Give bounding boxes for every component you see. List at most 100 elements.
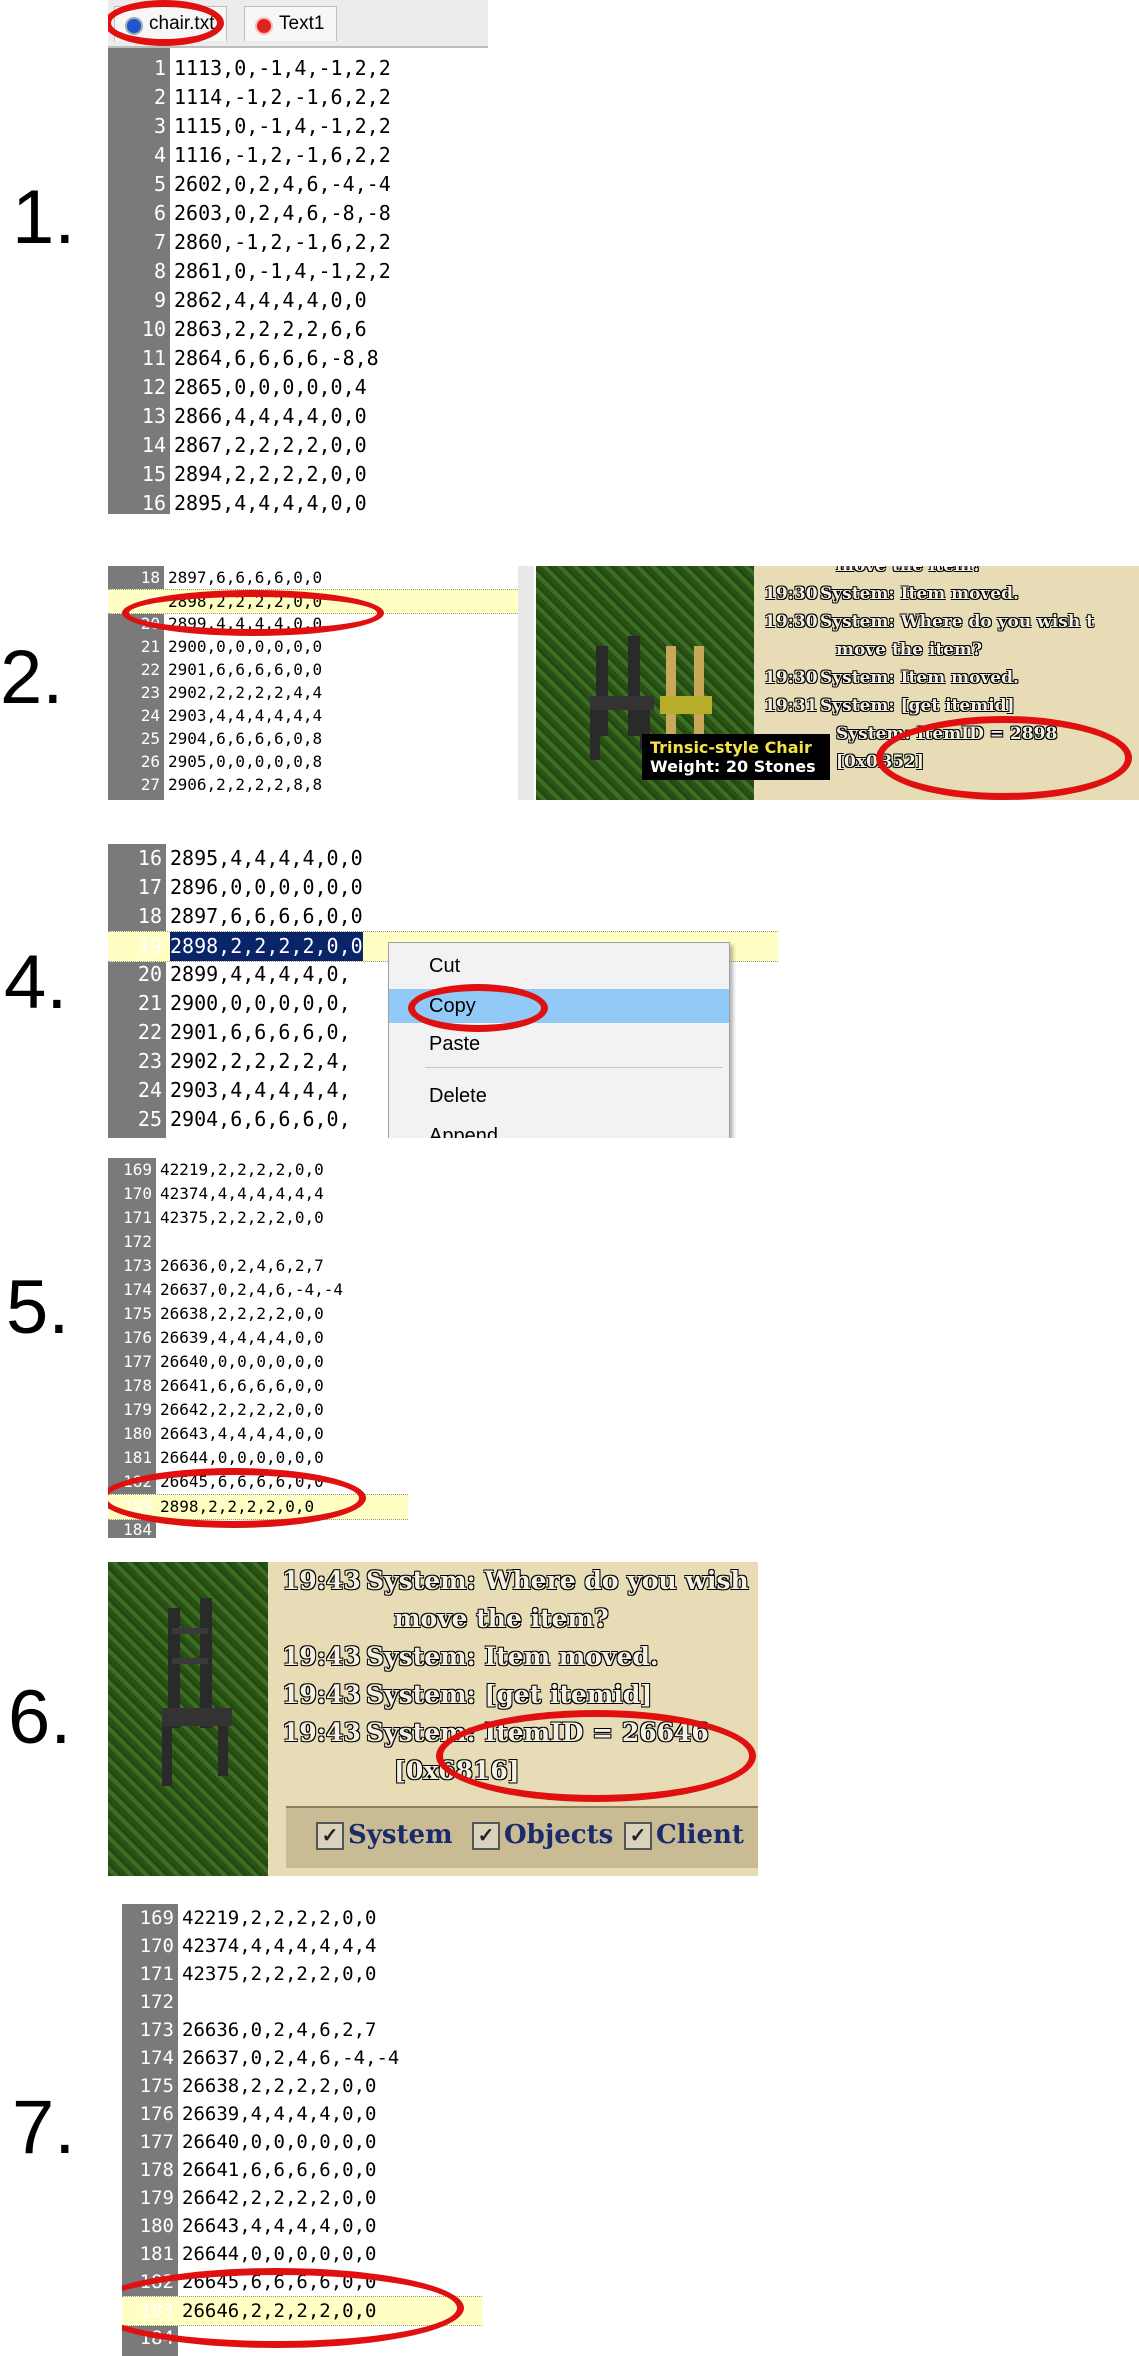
line-text: 26636,0,2,4,6,2,7 [160, 1256, 324, 1275]
code-line[interactable]: 22 2901,6,6,6,6,0,0 [108, 658, 534, 681]
menu-item-append[interactable]: Append [389, 1119, 729, 1138]
journal-time: 19:30 [764, 584, 818, 604]
code-line[interactable]: 6 2603,0,2,4,6,-8,-8 [108, 199, 488, 228]
code-line[interactable]: 1 1113,0,-1,4,-1,2,2 [108, 54, 488, 83]
filter-objects[interactable]: ✓ Objects [472, 1820, 613, 1850]
code-line[interactable]: 20 2899,4,4,4,4,0,0 [108, 612, 534, 635]
code-line[interactable]: 9 2862,4,4,4,4,0,0 [108, 286, 488, 315]
code-line[interactable]: 171 42375,2,2,2,2,0,0 [122, 1960, 482, 1988]
code-editor[interactable]: 169 42219,2,2,2,2,0,0 170 42374,4,4,4,4,4,4… [108, 1158, 408, 1538]
code-editor[interactable]: 169 42219,2,2,2,2,0,0 170 42374,4,4,4,4,4,4… [122, 1904, 482, 2356]
code-line[interactable]: 17 2896,0,0,0,0,0,0 [108, 873, 778, 902]
code-line[interactable]: 172 [122, 1988, 482, 2016]
code-line[interactable]: 4 1116,-1,2,-1,6,2,2 [108, 141, 488, 170]
code-line[interactable]: 179 26642,2,2,2,2,0,0 [108, 1398, 408, 1422]
code-line[interactable]: 169 42219,2,2,2,2,0,0 [122, 1904, 482, 1932]
line-text: 42219,2,2,2,2,0,0 [182, 1907, 377, 1929]
code-line[interactable]: 12 2865,0,0,0,0,0,4 [108, 373, 488, 402]
step-number-2: 2. [0, 635, 64, 720]
line-number: 182 [123, 1472, 152, 1491]
line-text: 2903,4,4,4,4,4, [170, 1078, 351, 1102]
file-icon [125, 17, 143, 35]
tab-text1[interactable]: Text1 [244, 6, 338, 41]
line-text: 2900,0,0,0,0,0, [170, 991, 351, 1015]
line-number: 173 [139, 2019, 174, 2041]
code-line[interactable]: 173 26636,0,2,4,6,2,7 [108, 1254, 408, 1278]
filter-system[interactable]: ✓ System [316, 1820, 453, 1850]
scrollbar[interactable] [518, 566, 534, 800]
line-number: 13 [141, 404, 166, 428]
line-text: 26642,2,2,2,2,0,0 [160, 1400, 324, 1419]
menu-item-delete[interactable]: Delete [389, 1079, 729, 1113]
code-line[interactable]: 3 1115,0,-1,4,-1,2,2 [108, 112, 488, 141]
code-line[interactable]: 25 2904,6,6,6,6,0,8 [108, 727, 534, 750]
code-editor[interactable]: 18 2897,6,6,6,6,0,0 19 2898,2,2,2,2,0,0 20 28… [108, 566, 534, 800]
code-line[interactable]: 7 2860,-1,2,-1,6,2,2 [108, 228, 488, 257]
journal-messages: move the item? 19:30 System: Item moved. 19… [760, 566, 1139, 800]
code-line[interactable]: 182 26645,6,6,6,6,0,0 [108, 1470, 408, 1494]
code-line[interactable]: 174 26637,0,2,4,6,-4,-4 [122, 2044, 482, 2072]
line-number: 174 [123, 1280, 152, 1299]
code-line[interactable]: 175 26638,2,2,2,2,0,0 [122, 2072, 482, 2100]
code-line[interactable]: 23 2902,2,2,2,2,4,4 [108, 681, 534, 704]
code-line[interactable]: 10 2863,2,2,2,2,6,6 [108, 315, 488, 344]
code-line[interactable]: 170 42374,4,4,4,4,4,4 [122, 1932, 482, 1960]
code-line[interactable]: 13 2866,4,4,4,4,0,0 [108, 402, 488, 431]
code-line[interactable]: 181 26644,0,0,0,0,0,0 [122, 2240, 482, 2268]
code-line[interactable]: 16 2895,4,4,4,4,0,0 [108, 489, 488, 514]
code-line[interactable]: 180 26643,4,4,4,4,0,0 [108, 1422, 408, 1446]
code-line[interactable]: 173 26636,0,2,4,6,2,7 [122, 2016, 482, 2044]
code-line[interactable]: 169 42219,2,2,2,2,0,0 [108, 1158, 408, 1182]
code-line[interactable]: 16 2895,4,4,4,4,0,0 [108, 844, 778, 873]
code-line[interactable]: 15 2894,2,2,2,2,0,0 [108, 460, 488, 489]
code-line[interactable]: 172 [108, 1230, 408, 1254]
code-line[interactable]: 176 26639,4,4,4,4,0,0 [108, 1326, 408, 1350]
line-number: 182 [139, 2271, 174, 2293]
step-number-5: 5. [6, 1265, 70, 1350]
code-line[interactable]: 11 2864,6,6,6,6,-8,8 [108, 344, 488, 373]
code-line[interactable]: 2 1114,-1,2,-1,6,2,2 [108, 83, 488, 112]
code-line[interactable]: 183 26646,2,2,2,2,0,0 [122, 2296, 482, 2326]
line-text: 2602,0,2,4,6,-4,-4 [174, 172, 391, 196]
code-line[interactable]: 176 26639,4,4,4,4,0,0 [122, 2100, 482, 2128]
tab-chair-txt[interactable]: chair.txt [114, 6, 228, 41]
code-line[interactable]: 26 2905,0,0,0,0,0,8 [108, 750, 534, 773]
code-line[interactable]: 174 26637,0,2,4,6,-4,-4 [108, 1278, 408, 1302]
code-line[interactable]: 171 42375,2,2,2,2,0,0 [108, 1206, 408, 1230]
code-line[interactable]: 27 2906,2,2,2,2,8,8 [108, 773, 534, 796]
code-line[interactable]: 5 2602,0,2,4,6,-4,-4 [108, 170, 488, 199]
code-line[interactable]: 184 [108, 1518, 408, 1538]
line-text: 26637,0,2,4,6,-4,-4 [160, 1280, 344, 1299]
code-line[interactable]: 177 26640,0,0,0,0,0,0 [108, 1350, 408, 1374]
code-line[interactable]: 18 2897,6,6,6,6,0,0 [108, 902, 778, 931]
code-line[interactable]: 8 2861,0,-1,4,-1,2,2 [108, 257, 488, 286]
code-line[interactable]: 180 26643,4,4,4,4,0,0 [122, 2212, 482, 2240]
code-editor[interactable]: 1 1113,0,-1,4,-1,2,2 2 1114,-1,2,-1,6,2,2 3 1… [108, 48, 488, 514]
code-line[interactable]: 24 2903,4,4,4,4,4,4 [108, 704, 534, 727]
code-line[interactable]: 181 26644,0,0,0,0,0,0 [108, 1446, 408, 1470]
code-line[interactable]: 184 [122, 2324, 482, 2352]
code-line[interactable]: 179 26642,2,2,2,2,0,0 [122, 2184, 482, 2212]
code-line[interactable]: 182 26645,6,6,6,6,0,0 [122, 2268, 482, 2296]
line-text: 26638,2,2,2,2,0,0 [182, 2075, 377, 2097]
code-line[interactable]: 14 2867,2,2,2,2,0,0 [108, 431, 488, 460]
line-text: 2862,4,4,4,4,0,0 [174, 288, 367, 312]
journal-text: move the item? [836, 640, 982, 660]
line-number: 177 [139, 2131, 174, 2153]
code-line[interactable]: 18 2897,6,6,6,6,0,0 [108, 566, 534, 589]
filter-label: Objects [504, 1820, 614, 1850]
code-line[interactable]: 170 42374,4,4,4,4,4,4 [108, 1182, 408, 1206]
code-line[interactable]: 177 26640,0,0,0,0,0,0 [122, 2128, 482, 2156]
menu-item-cut[interactable]: Cut [389, 949, 729, 983]
filter-client[interactable]: ✓ Client [624, 1820, 744, 1850]
menu-item-paste[interactable]: Paste [389, 1027, 729, 1061]
journal-time: 19:43 [282, 1718, 361, 1747]
code-line[interactable]: 178 26641,6,6,6,6,0,0 [122, 2156, 482, 2184]
code-line[interactable]: 178 26641,6,6,6,6,0,0 [108, 1374, 408, 1398]
menu-item-copy[interactable]: Copy [389, 989, 729, 1023]
code-line[interactable]: 175 26638,2,2,2,2,0,0 [108, 1302, 408, 1326]
code-line[interactable]: 21 2900,0,0,0,0,0,0 [108, 635, 534, 658]
code-line[interactable]: 183 2898,2,2,2,2,0,0 [108, 1494, 408, 1520]
step-number-1: 1. [12, 175, 76, 260]
code-line[interactable]: 19 2898,2,2,2,2,0,0 [108, 589, 534, 614]
